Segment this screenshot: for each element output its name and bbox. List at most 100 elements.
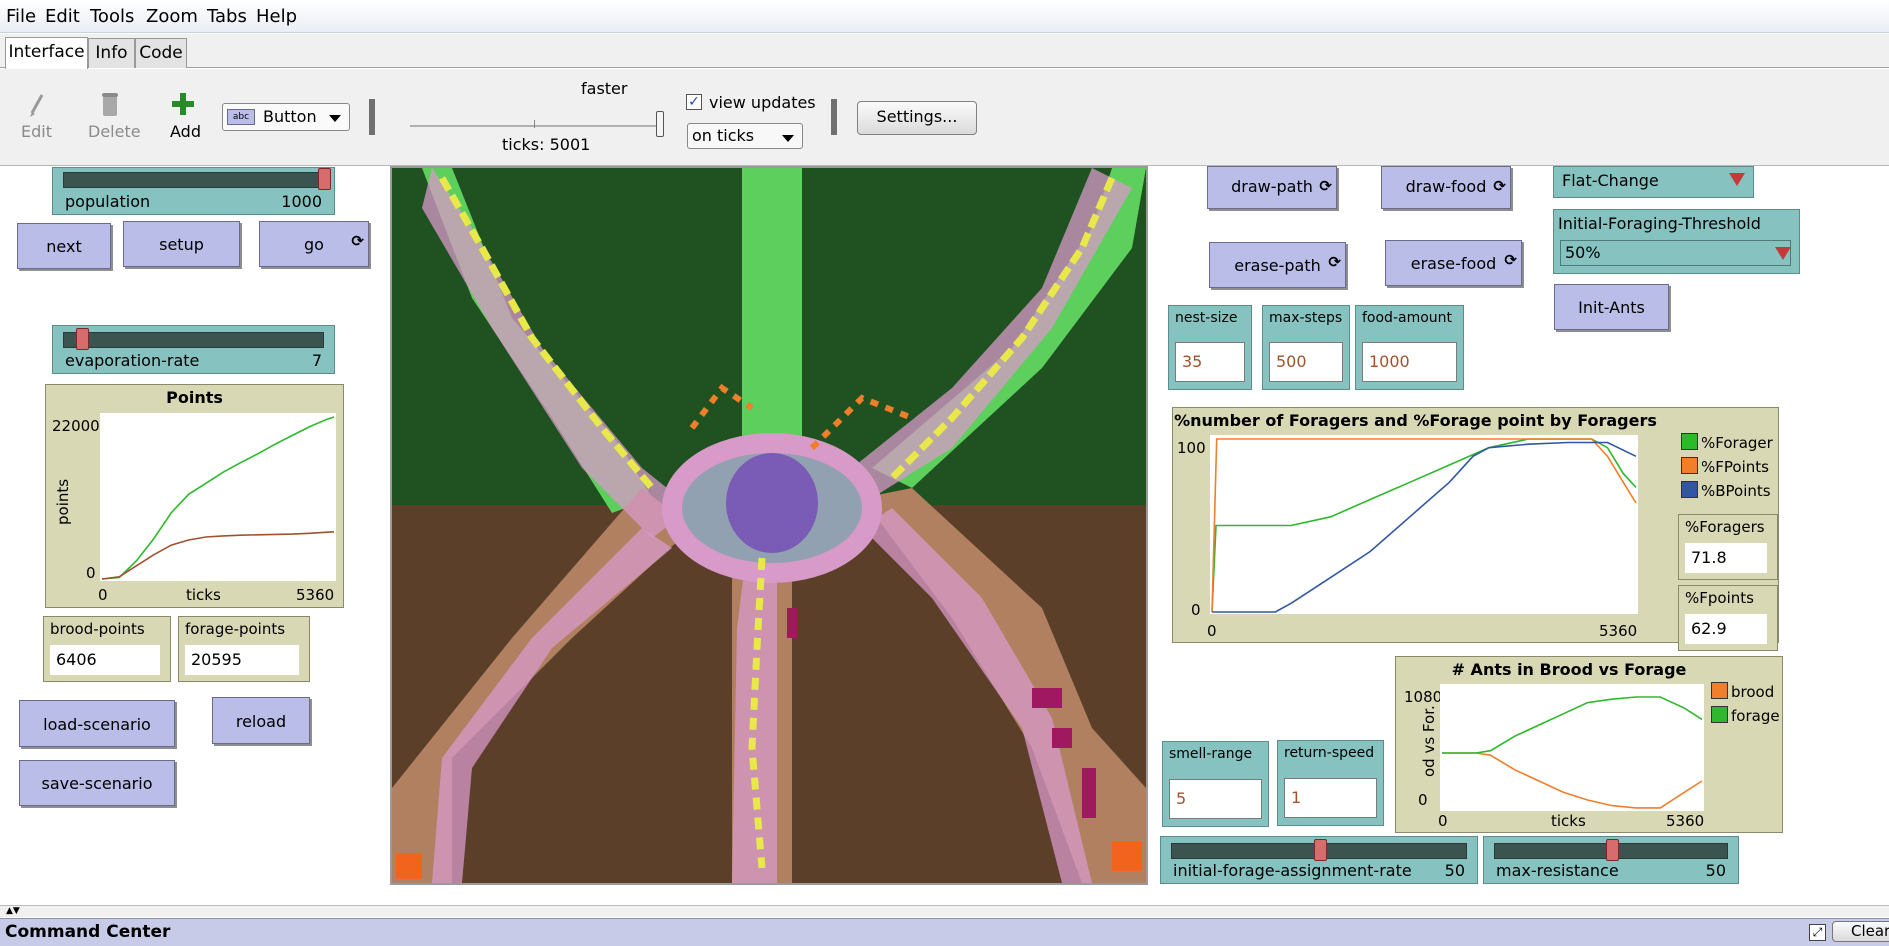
erase-food-button[interactable]: erase-food ⟳ — [1385, 240, 1522, 286]
series-line-series-1 — [101, 531, 335, 580]
forever-icon: ⟳ — [351, 232, 364, 250]
legend-label: %Forager — [1701, 434, 1773, 452]
smell-range-field[interactable]: 5 — [1169, 779, 1262, 819]
clear-button[interactable]: Clear — [1832, 921, 1889, 942]
food-amount-label: food-amount — [1362, 310, 1453, 326]
forever-icon: ⟳ — [1328, 253, 1341, 271]
x-tick-label: 0 — [1207, 622, 1217, 640]
command-center-title: Command Center — [5, 922, 171, 942]
menu-tabs[interactable]: Tabs — [207, 6, 247, 27]
max-resistance-slider-thumb[interactable] — [1606, 839, 1619, 861]
legend-forager: %Forager — [1681, 433, 1773, 452]
speed-slider-thumb[interactable] — [656, 111, 664, 137]
toolbar: Edit Delete Add abc Button faster ticks:… — [0, 69, 1889, 166]
settings-button[interactable]: Settings... — [857, 101, 977, 135]
brood-points-value: 6406 — [50, 645, 160, 675]
trash-icon — [100, 91, 120, 117]
view-updates-checkbox[interactable]: ✓ — [686, 94, 702, 110]
food-amount-field[interactable]: 1000 — [1362, 342, 1457, 382]
nest-size-field[interactable]: 35 — [1175, 342, 1245, 382]
y-tick-label: 0 — [1191, 601, 1201, 619]
return-speed-field[interactable]: 1 — [1284, 778, 1377, 818]
menu-bar: File Edit Tools Zoom Tabs Help — [0, 0, 1889, 33]
smell-range-label: smell-range — [1169, 746, 1253, 762]
erase-path-button[interactable]: erase-path ⟳ — [1209, 242, 1346, 288]
erase-food-label: erase-food — [1410, 254, 1497, 273]
initial-forage-slider-thumb[interactable] — [1314, 839, 1327, 861]
load-scenario-button[interactable]: load-scenario — [19, 700, 175, 747]
brood-forage-plot-area — [1440, 684, 1704, 811]
nest-size-label: nest-size — [1175, 310, 1238, 326]
y-tick-label: 0 — [1418, 791, 1428, 809]
command-center-bar: Command Center ⤢ Clear — [0, 918, 1889, 946]
max-steps-field[interactable]: 500 — [1269, 342, 1343, 382]
pencil-icon — [24, 91, 48, 119]
food-amount-input[interactable]: food-amount 1000 — [1355, 305, 1464, 390]
initial-foraging-threshold-chooser[interactable]: Initial-Foraging-Threshold 50% — [1553, 209, 1800, 274]
world-view[interactable] — [390, 166, 1148, 885]
draw-path-button[interactable]: draw-path ⟳ — [1207, 166, 1337, 209]
population-slider-thumb[interactable] — [318, 168, 331, 190]
initial-forage-assignment-rate-slider[interactable]: initial-forage-assignment-rate 50 — [1160, 836, 1478, 884]
save-scenario-button[interactable]: save-scenario — [19, 760, 175, 806]
max-steps-input[interactable]: max-steps 500 — [1262, 305, 1350, 390]
tab-code[interactable]: Code — [135, 38, 187, 68]
menu-edit[interactable]: Edit — [45, 6, 80, 27]
expand-icon[interactable]: ⤢ — [1809, 924, 1826, 941]
max-resistance-slider[interactable]: max-resistance 50 — [1483, 836, 1739, 884]
return-speed-input[interactable]: return-speed 1 — [1277, 740, 1384, 826]
x-tick-label: 0 — [98, 586, 108, 604]
foragers-plot-area — [1210, 435, 1638, 614]
evaporation-slider-thumb[interactable] — [76, 328, 89, 350]
edit-button[interactable]: Edit — [21, 122, 52, 141]
initial-forage-value: 50 — [1444, 861, 1465, 880]
speed-slider[interactable] — [410, 111, 664, 137]
y-tick-label: 100 — [1177, 439, 1206, 457]
menu-file[interactable]: File — [6, 6, 36, 27]
tab-info[interactable]: Info — [88, 38, 135, 68]
foragers-plot-title: %number of Foragers and %Forage point by… — [1174, 411, 1657, 430]
add-button[interactable]: Add — [170, 122, 201, 141]
forage-points-label: forage-points — [185, 620, 286, 638]
foragers-monitor-value: 71.8 — [1685, 543, 1767, 573]
x-tick-label: 0 — [1438, 812, 1448, 830]
threshold-value: 50% — [1560, 240, 1791, 266]
go-button[interactable]: go ⟳ — [259, 221, 369, 267]
update-mode-dropdown[interactable]: on ticks — [687, 123, 803, 149]
legend-swatch — [1711, 682, 1728, 699]
chevron-down-icon — [1775, 247, 1791, 260]
reload-button[interactable]: reload — [212, 697, 310, 744]
brood-forage-plot-title: # Ants in Brood vs Forage — [1451, 660, 1687, 679]
legend-swatch — [1681, 457, 1698, 474]
menu-tools[interactable]: Tools — [90, 6, 134, 27]
foragers-plot: %number of Foragers and %Forage point by… — [1172, 407, 1779, 651]
nest-size-input[interactable]: nest-size 35 — [1168, 305, 1252, 390]
fpoints-monitor: %Fpoints 62.9 — [1678, 585, 1778, 651]
forage-points-monitor: forage-points 20595 — [178, 616, 310, 682]
tab-interface[interactable]: Interface — [5, 37, 88, 69]
foragers-monitor-label: %Foragers — [1685, 518, 1765, 536]
draw-food-button[interactable]: draw-food ⟳ — [1381, 166, 1511, 209]
go-button-label: go — [304, 235, 324, 254]
population-slider[interactable]: population 1000 — [52, 167, 335, 215]
legend-brood: brood — [1711, 682, 1774, 701]
flat-change-chooser[interactable]: Flat-Change — [1553, 166, 1754, 198]
legend-swatch — [1681, 433, 1698, 450]
pane-splitter[interactable]: ▲▼ — [0, 905, 1889, 917]
evaporation-rate-slider[interactable]: evaporation-rate 7 — [52, 325, 335, 374]
population-label: population — [65, 192, 151, 211]
evaporation-rate-label: evaporation-rate — [65, 351, 200, 370]
menu-zoom[interactable]: Zoom — [146, 6, 198, 27]
points-plot-title: Points — [166, 388, 223, 407]
smell-range-input[interactable]: smell-range 5 — [1162, 741, 1269, 827]
menu-help[interactable]: Help — [256, 6, 297, 27]
widget-type-dropdown[interactable]: abc Button — [222, 103, 350, 131]
y-tick-label: 22000 — [52, 417, 100, 435]
series-line-forage — [1442, 696, 1703, 754]
setup-button[interactable]: setup — [123, 221, 240, 267]
legend-swatch — [1711, 706, 1728, 723]
delete-button[interactable]: Delete — [88, 122, 141, 141]
next-button[interactable]: next — [17, 223, 111, 269]
evaporation-rate-value: 7 — [311, 351, 322, 370]
init-ants-button[interactable]: Init-Ants — [1554, 284, 1669, 330]
